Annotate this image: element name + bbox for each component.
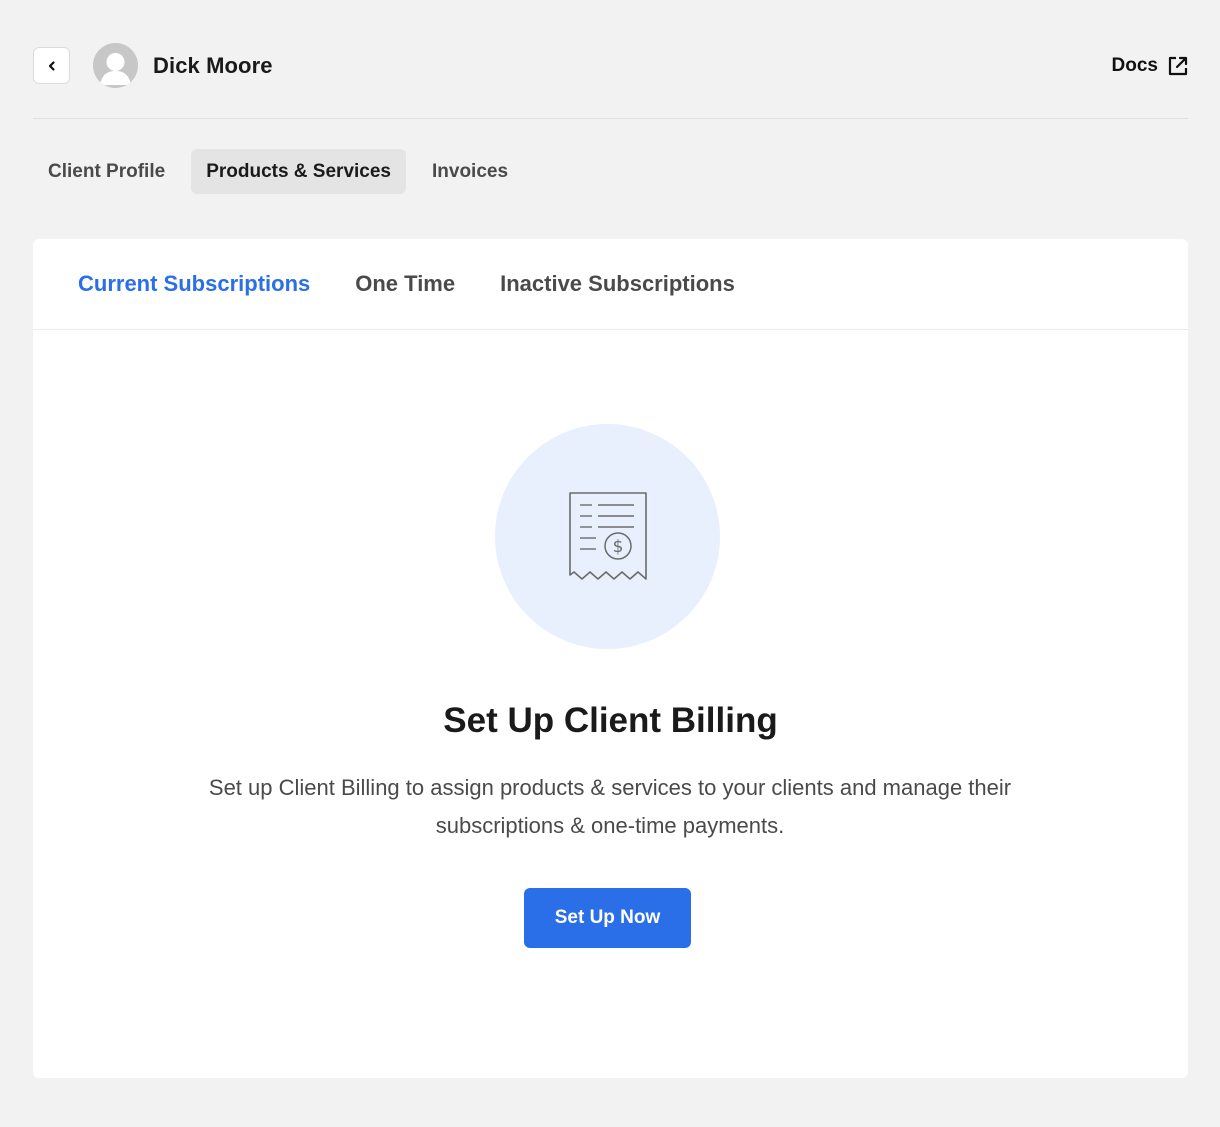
tab-current-subscriptions[interactable]: Current Subscriptions (78, 271, 310, 297)
tab-one-time[interactable]: One Time (355, 271, 455, 297)
tab-inactive-subscriptions[interactable]: Inactive Subscriptions (500, 271, 735, 297)
set-up-now-button[interactable]: Set Up Now (524, 888, 691, 948)
svg-text:$: $ (612, 537, 623, 557)
empty-state-title: Set Up Client Billing (443, 701, 778, 740)
sub-tabs: Current Subscriptions One Time Inactive … (33, 239, 1188, 330)
back-button[interactable] (33, 47, 70, 84)
tab-products-services[interactable]: Products & Services (191, 149, 406, 194)
header-divider (33, 118, 1188, 119)
chevron-left-icon (48, 60, 55, 71)
avatar (93, 43, 138, 88)
docs-label: Docs (1111, 54, 1158, 76)
tab-client-profile[interactable]: Client Profile (33, 149, 180, 194)
docs-link[interactable]: Docs (1112, 55, 1188, 77)
tab-invoices[interactable]: Invoices (417, 149, 523, 194)
top-tabs: Client Profile Products & Services Invoi… (33, 149, 534, 194)
empty-state-illustration: $ (495, 424, 720, 649)
external-link-icon (1168, 56, 1188, 75)
user-avatar-icon (93, 43, 138, 88)
receipt-dollar-icon: $ (568, 491, 647, 580)
page: Dick Moore Docs Client Profile Products … (0, 0, 1220, 1127)
empty-state-description: Set up Client Billing to assign products… (208, 775, 1012, 838)
content-card: Current Subscriptions One Time Inactive … (33, 239, 1188, 1078)
header: Dick Moore Docs (33, 43, 1188, 88)
client-name: Dick Moore (153, 52, 273, 78)
